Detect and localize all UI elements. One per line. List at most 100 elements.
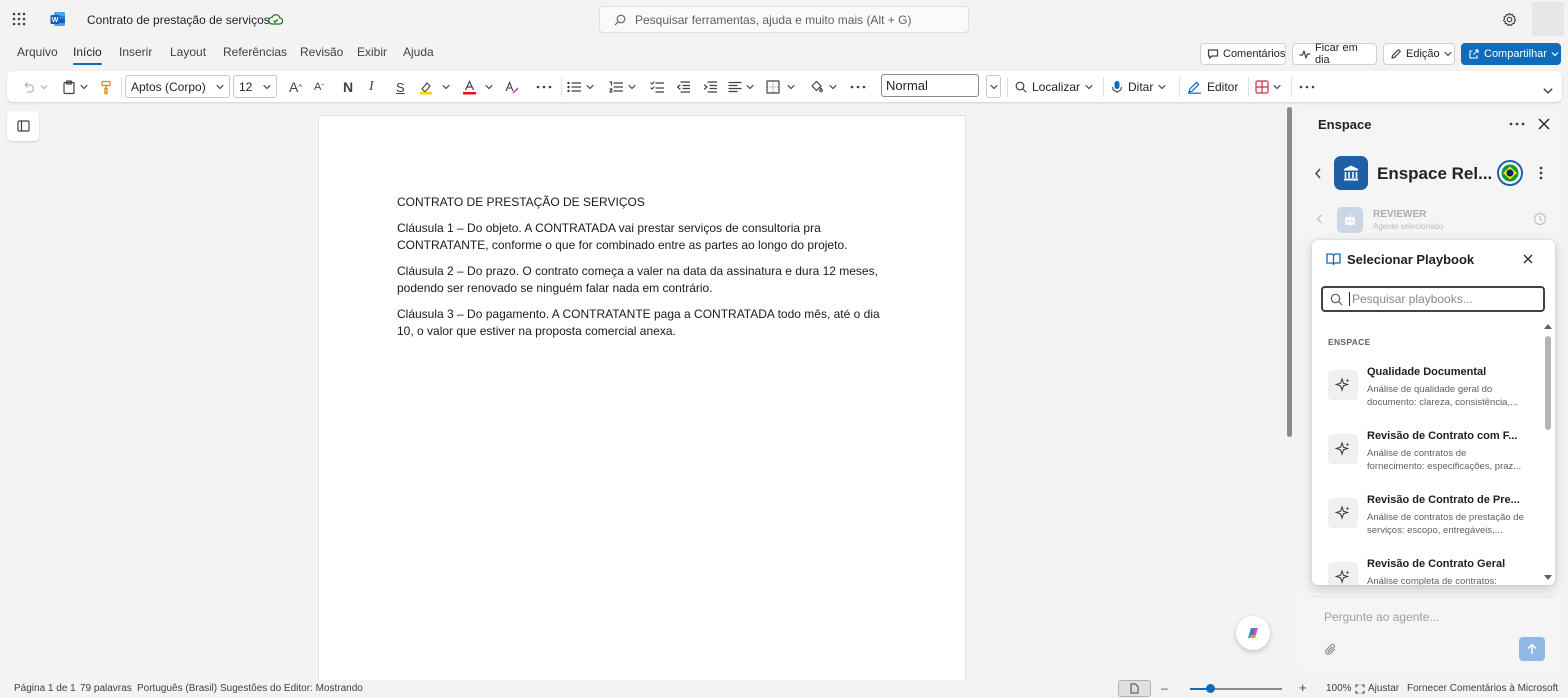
settings-gear-icon[interactable] [1502,12,1517,27]
menu-arquivo[interactable]: Arquivo [17,45,58,59]
document-title[interactable]: Contrato de prestação de serviços [87,13,270,27]
align-left-icon[interactable] [728,78,742,96]
highlighter-icon[interactable] [419,78,434,96]
playbook-item[interactable]: Revisão de Contrato Geral Análise comple… [1312,558,1544,585]
zoom-out-minus-icon[interactable]: – [1161,682,1168,694]
document-scrollbar[interactable] [1287,107,1292,437]
back-chevron-icon[interactable] [1314,168,1322,179]
attach-paperclip-icon[interactable] [1325,643,1337,656]
scroll-up-arrow-icon[interactable] [1544,323,1552,329]
document-page[interactable]: CONTRATO DE PRESTAÇÃO DE SERVIÇOS Cláusu… [318,115,966,685]
pane-close-icon[interactable] [1538,118,1550,130]
bullets-icon[interactable] [567,78,581,96]
undo-icon[interactable] [21,78,35,96]
scroll-down-arrow-icon[interactable] [1544,575,1552,581]
ask-agent-composer[interactable]: Pergunte ao agente... [1312,596,1555,666]
share-button[interactable]: Compartilhar [1461,43,1561,65]
more-paragraph-options-icon[interactable] [850,78,866,96]
numbering-chevron-icon[interactable] [628,78,636,96]
app-launcher-icon[interactable] [12,12,26,26]
menu-inserir[interactable]: Inserir [119,45,152,59]
fit-window-icon[interactable] [1355,684,1365,694]
playbook-item[interactable]: Qualidade Documental Análise de qualidad… [1312,366,1544,426]
zoom-in-plus-icon[interactable]: + [1299,681,1307,695]
styles-dropdown-button[interactable] [986,75,1001,98]
workspace-kebab-icon[interactable] [1539,166,1543,180]
checklist-icon[interactable] [650,78,664,96]
highlight-chevron-icon[interactable] [442,78,450,96]
collapse-ribbon-chevron-icon[interactable] [1543,82,1553,100]
bullets-chevron-icon[interactable] [586,78,594,96]
increase-indent-icon[interactable] [703,78,717,96]
page-count[interactable]: Página 1 de 1 [14,683,76,694]
shading-icon[interactable] [809,78,825,96]
style-gallery-box[interactable]: Normal [881,74,979,97]
print-layout-view-button[interactable] [1118,680,1151,697]
font-color-icon[interactable] [462,78,477,96]
clause-paragraph-3[interactable]: Cláusula 3 – Do pagamento. A CONTRATANTE… [397,306,897,340]
more-font-options-icon[interactable] [536,78,552,96]
font-name-combo[interactable]: Aptos (Corpo) [125,75,230,98]
grow-font-icon[interactable]: A ^ [289,78,302,96]
editing-mode-button[interactable]: Edição [1383,43,1455,65]
catch-up-button[interactable]: Ficar em dia [1292,42,1377,66]
borders-icon[interactable] [766,78,780,96]
borders-chevron-icon[interactable] [787,78,795,96]
numbering-icon[interactable] [609,78,623,96]
pane-more-icon[interactable] [1509,122,1525,126]
playbook-item[interactable]: Revisão de Contrato de Pre... Análise de… [1312,494,1544,554]
paste-clipboard-icon[interactable] [62,78,76,96]
agent-selector-row[interactable]: REVIEWER Agente selecionado [1300,198,1562,240]
clear-formatting-icon[interactable] [504,78,520,96]
addin-chevron-icon[interactable] [1273,78,1281,96]
menu-referencias[interactable]: Referências [223,45,287,59]
document-title-line[interactable]: CONTRATO DE PRESTAÇÃO DE SERVIÇOS [397,194,897,211]
dialog-close-icon[interactable] [1523,254,1533,264]
font-color-chevron-icon[interactable] [485,78,493,96]
word-count[interactable]: 79 palavras [80,683,132,694]
fit-label[interactable]: Ajustar [1368,683,1399,694]
search-box[interactable]: Pesquisar ferramentas, ajuda e muito mai… [599,6,969,33]
clause-paragraph-1[interactable]: Cláusula 1 – Do objeto. A CONTRATADA vai… [397,220,897,254]
align-chevron-icon[interactable] [746,78,754,96]
navigation-pane-toggle[interactable] [7,111,39,141]
bold-button[interactable]: N [343,78,353,96]
font-size-combo[interactable]: 12 [233,75,277,98]
send-button[interactable] [1519,637,1545,661]
zoom-slider-thumb[interactable] [1206,684,1215,693]
dictate-button[interactable]: Ditar [1111,78,1166,96]
language-status[interactable]: Português (Brasil) [137,683,217,694]
account-avatar[interactable] [1532,2,1564,36]
comments-button[interactable]: Comentários [1200,43,1286,65]
format-painter-icon[interactable] [99,78,113,96]
shrink-font-icon[interactable]: Aˇ [314,78,324,96]
zoom-level[interactable]: 100% [1326,683,1352,694]
italic-button[interactable]: I [369,78,374,96]
menu-layout[interactable]: Layout [170,45,206,59]
playbook-search-input[interactable]: Pesquisar playbooks... [1321,286,1545,312]
clause-paragraph-2[interactable]: Cláusula 2 – Do prazo. O contrato começa… [397,263,897,297]
decrease-indent-icon[interactable] [676,78,690,96]
menu-revisao[interactable]: Revisão [300,45,343,59]
saved-cloud-icon[interactable] [268,13,283,26]
feedback-link[interactable]: Fornecer Comentários à Microsoft [1407,683,1558,694]
shading-chevron-icon[interactable] [829,78,837,96]
word-logo-icon[interactable]: W [50,11,66,27]
menu-inicio[interactable]: Início [73,45,102,65]
list-scrollbar-thumb[interactable] [1545,336,1551,430]
editor-suggestions-status[interactable]: Sugestões do Editor: Mostrando [220,683,363,694]
copilot-button[interactable] [1236,616,1270,650]
menu-ajuda[interactable]: Ajuda [403,45,434,59]
more-options-icon[interactable] [1299,78,1315,96]
undo-dropdown-chevron-icon[interactable] [40,78,48,96]
workspace-name[interactable]: Enspace Rel... [1377,164,1492,184]
menu-exibir[interactable]: Exibir [357,45,387,59]
find-button[interactable]: Localizar [1015,78,1093,96]
user-avatar[interactable] [1497,160,1523,186]
editor-button[interactable]: Editor [1187,78,1238,96]
addin-grid-icon[interactable] [1255,78,1269,96]
playbook-item[interactable]: Revisão de Contrato com F... Análise de … [1312,430,1544,490]
paste-chevron-icon[interactable] [80,78,88,96]
zoom-slider-track[interactable] [1190,684,1282,693]
underline-button[interactable]: S [396,78,405,96]
